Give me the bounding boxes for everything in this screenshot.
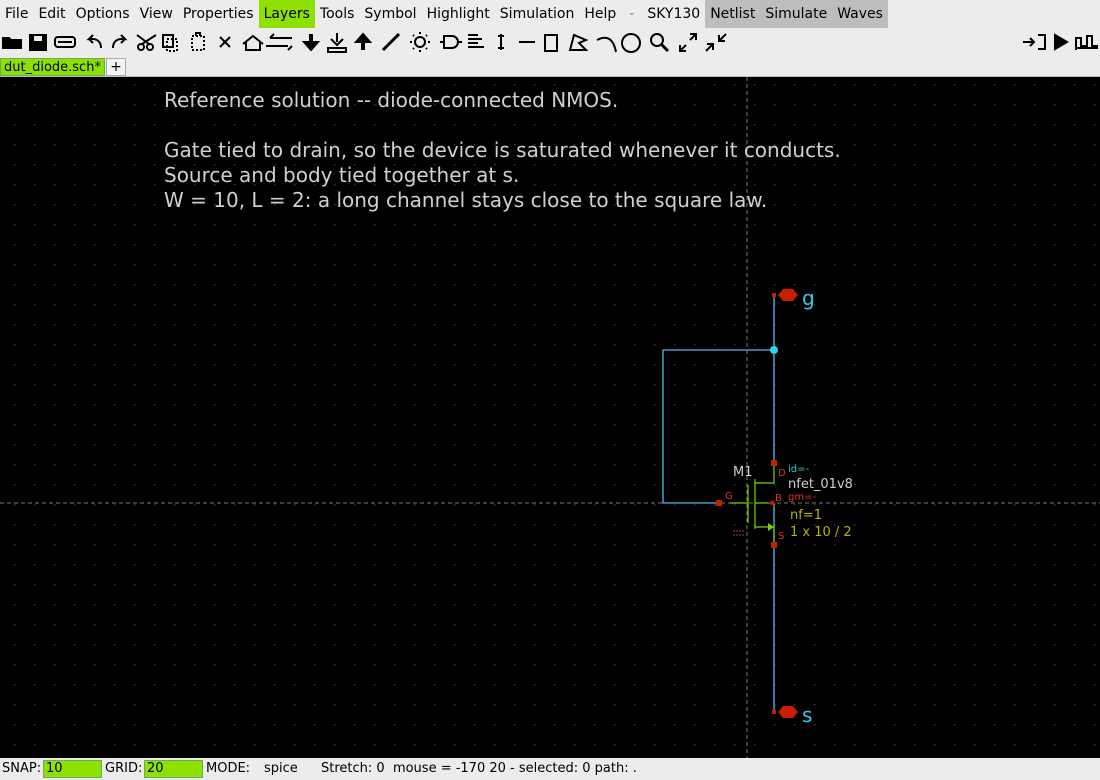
term-g-label: G [725,491,733,502]
reload-icon[interactable] [54,36,76,48]
mode-value: spice [264,761,298,776]
tab-bar: dut_diode.sch* + [0,57,1100,77]
save-icon[interactable] [29,34,47,51]
term-g-box [716,500,722,506]
menubar: File Edit Options View Properties Layers Tools… [0,0,1100,28]
nf-label: nf=1 [790,508,822,523]
open-file-icon[interactable] [2,37,22,49]
gm-label: gm=- [788,492,816,503]
term-s-box [771,542,777,548]
menu-netlist[interactable]: Netlist [705,0,761,28]
copy-icon[interactable] [162,34,178,52]
zoom-in-icon[interactable] [679,33,697,52]
tab-dut-diode[interactable]: dut_diode.sch* [0,58,105,76]
push-icon[interactable] [242,34,264,51]
circle-icon[interactable] [621,33,641,53]
grid-label: GRID: [105,761,143,776]
paste-icon[interactable] [191,32,205,51]
mode-label: MODE: [206,761,251,776]
menu-sky130[interactable]: SKY130 [642,0,705,28]
instance-name: M1 [733,465,753,480]
grid-input[interactable]: 20 [144,760,203,778]
undo-icon[interactable] [86,34,102,49]
note-line-2: Gate tied to drain, so the device is sat… [164,138,841,162]
swap-icon[interactable] [266,33,293,51]
highlight-icon[interactable] [410,32,430,52]
insert-icon[interactable] [1023,34,1046,50]
pin-g-label: g [802,286,815,310]
menu-view[interactable]: View [135,0,178,28]
toolbar [0,28,1100,57]
status-info: Stretch: 0 mouse = -170 20 - selected: 0… [321,761,637,776]
menu-layers[interactable]: Layers [258,0,315,28]
gate-icon[interactable] [440,35,462,49]
menu-simulation[interactable]: Simulation [495,0,580,28]
menu-highlight[interactable]: Highlight [422,0,495,28]
pin-g-end [772,293,776,297]
menu-simulate[interactable]: Simulate [760,0,833,28]
schematic-canvas[interactable]: Reference solution -- diode-connected NM… [0,77,1100,758]
pin-s-label: s [802,703,812,727]
term-s-label: S [778,531,784,542]
status-bar: SNAP: 10 GRID: 20 MODE: spice Stretch: 0… [0,758,1100,780]
cut-icon[interactable] [136,34,157,51]
term-b-label: B [775,493,782,504]
zoom-out-icon[interactable] [705,33,727,52]
menu-properties[interactable]: Properties [178,0,259,28]
pin-s-end [772,710,776,714]
probe-icon[interactable] [498,34,504,50]
note-line-1: Reference solution -- diode-connected NM… [164,88,618,112]
netlist-icon[interactable] [468,34,484,48]
id-label: id=- [788,464,810,475]
snap-input[interactable]: 10 [43,760,102,778]
waves-icon[interactable] [1075,35,1098,50]
menu-symbol[interactable]: Symbol [359,0,421,28]
rectangle-icon[interactable] [544,34,558,52]
zoom-icon[interactable] [650,33,670,53]
term-d-label: D [778,468,786,479]
add-tab-button[interactable]: + [106,58,126,76]
menu-waves[interactable]: Waves [832,0,888,28]
place-symbol-icon[interactable] [327,33,347,53]
simulate-icon[interactable] [1054,33,1069,51]
down-arrow-icon[interactable] [301,34,321,52]
note-line-4: W = 10, L = 2: a long channel stays clos… [164,188,767,212]
redo-icon[interactable] [112,34,128,49]
note-line-3: Source and body tied together at s. [164,163,519,187]
menu-edit[interactable]: Edit [33,0,70,28]
snap-label: SNAP: [2,761,42,776]
polygon-icon[interactable] [568,33,589,51]
delete-icon[interactable] [219,36,231,48]
size-label: 1 x 10 / 2 [790,525,852,540]
term-d-box [771,460,777,466]
pencil-icon[interactable] [381,32,401,52]
model-name: nfet_01v8 [788,477,853,492]
menu-file[interactable]: File [0,0,33,28]
arc-icon[interactable] [596,36,617,53]
junction-dot [770,346,778,354]
menu-help[interactable]: Help [579,0,621,28]
up-arrow-icon[interactable] [353,32,373,50]
menu-separator: - [629,6,635,22]
menu-options[interactable]: Options [71,0,135,28]
menu-tools[interactable]: Tools [315,0,360,28]
